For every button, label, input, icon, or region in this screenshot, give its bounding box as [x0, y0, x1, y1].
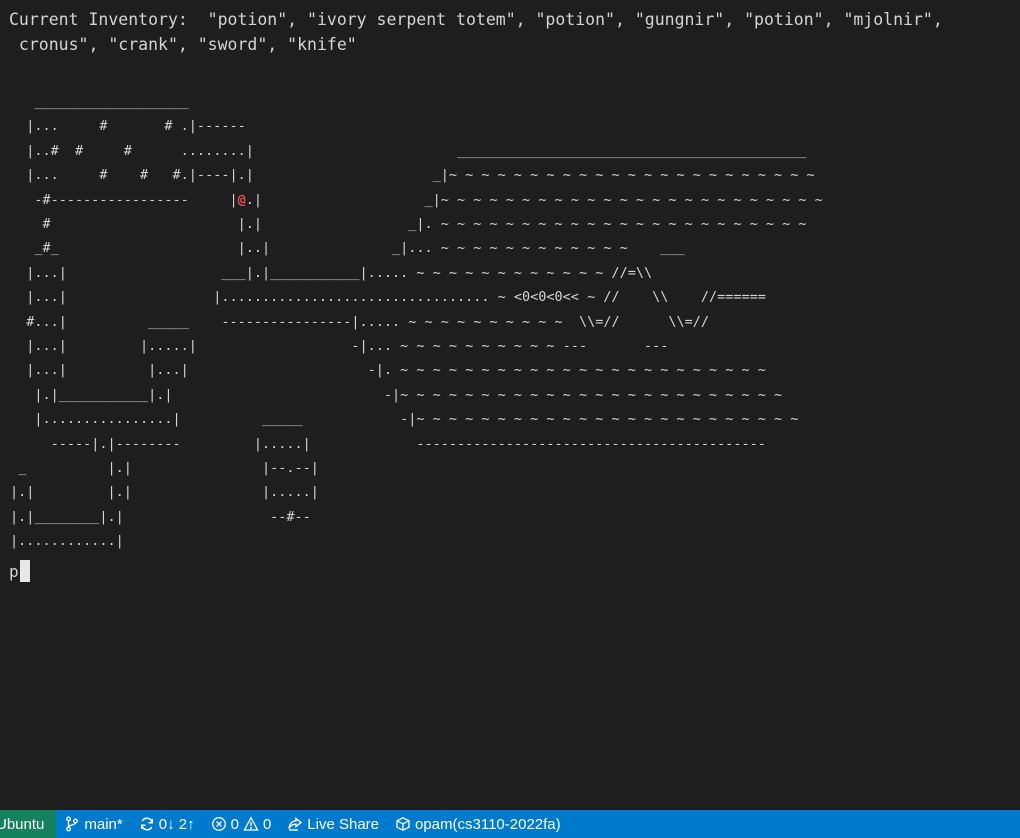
inventory-line: Current Inventory: "potion", "ivory serp… [9, 10, 943, 29]
terminal-panel[interactable]: Current Inventory: "potion", "ivory serp… [0, 0, 1020, 810]
map-segment: |...| |...| -|. ~ ~ ~ ~ ~ ~ ~ ~ ~ ~ ~ ~ … [10, 362, 766, 379]
map-segment: _ |.| |--.--| [10, 460, 319, 476]
map-line: # |.| _|. ~ ~ ~ ~ ~ ~ ~ ~ ~ ~ ~ ~ ~ ~ ~ … [10, 212, 807, 236]
vscode-window: Current Inventory: "potion", "ivory serp… [0, 0, 1020, 838]
map-segment: |.| |.| |.....| [10, 484, 319, 501]
ascii-dungeon-map: ___________________ |... # # .|------ |.… [10, 90, 1020, 560]
map-line: #...| _____ ----------------|..... ~ ~ ~… [10, 310, 709, 334]
sync-icon [139, 816, 155, 832]
terminal-prompt[interactable]: p [9, 558, 30, 584]
branch-label: main* [84, 815, 123, 833]
map-segment: |............| [10, 533, 124, 550]
map-segment: |...| |.................................… [10, 289, 766, 306]
map-segment: ___________________ [10, 94, 189, 110]
map-segment: |.|________|.| --#-- [10, 508, 311, 525]
map-segment: -----|.|-------- |.....| ---------------… [10, 435, 766, 452]
map-segment: _|~ ~ ~ ~ ~ ~ ~ ~ ~ ~ ~ ~ ~ ~ ~ ~ ~ ~ ~ … [253, 167, 815, 184]
git-branch-button[interactable]: main* [56, 810, 130, 838]
sync-button[interactable]: 0↓ 2↑ [131, 810, 203, 838]
map-segment: |..# # # ........| [10, 142, 254, 159]
map-segment: # |.| _|. ~ ~ ~ ~ ~ ~ ~ ~ ~ ~ ~ ~ ~ ~ ~ … [10, 216, 807, 232]
error-icon [211, 816, 227, 832]
live-share-label: Live Share [307, 815, 379, 833]
opam-switch-button[interactable]: opam(cs3110-2022fa) [387, 810, 569, 838]
prompt-input-text: p [9, 561, 19, 581]
map-segment: |... # # .|------ [10, 118, 246, 135]
map-line: |.|________|.| --#-- [10, 505, 311, 529]
errors-count: 0 [230, 815, 239, 833]
map-segment: |.|___________|.| -|~ ~ ~ ~ ~ ~ ~ ~ ~ ~ … [10, 386, 783, 403]
map-segment: ________________________________________… [253, 142, 807, 159]
map-segment: #...| _____ ----------------|..... ~ ~ ~… [10, 313, 709, 330]
map-line: ___________________ [10, 90, 189, 114]
remote-indicator-button[interactable]: Ubuntu [0, 810, 57, 838]
map-line: -----|.|-------- |.....| ---------------… [10, 432, 766, 456]
map-line: |.| |.| |.....| [10, 480, 319, 504]
map-line: -#----------------- |@.| _|~ ~ ~ ~ ~ ~ ~… [10, 188, 823, 212]
map-segment: _#_ |..| _|... ~ ~ ~ ~ ~ ~ ~ ~ ~ ~ ~ ~ _… [10, 240, 685, 257]
inventory-line-continued: cronus", "crank", "sword", "knife" [9, 35, 357, 54]
map-segment: |... # # #.|----|.| [10, 167, 254, 184]
problems-button[interactable]: 0 0 [203, 810, 280, 838]
map-line: |...| |...| -|. ~ ~ ~ ~ ~ ~ ~ ~ ~ ~ ~ ~ … [10, 358, 766, 382]
map-line: |................| _____ -|~ ~ ~ ~ ~ ~ ~… [10, 407, 798, 431]
live-share-icon [287, 816, 303, 832]
status-bar: Ubuntu main* 0↓ 2↑ 0 0 Live Share opam(c… [0, 810, 1020, 838]
map-line: |...| |.................................… [10, 285, 766, 309]
map-segment: -#----------------- | [10, 191, 238, 208]
remote-label: Ubuntu [0, 815, 45, 833]
map-line: |... # # .|------ [10, 114, 246, 138]
map-segment: .| _|~ ~ ~ ~ ~ ~ ~ ~ ~ ~ ~ ~ ~ ~ ~ ~ ~ ~… [245, 191, 823, 208]
warnings-count: 0 [262, 815, 272, 833]
map-line: |............| [10, 529, 124, 553]
map-line: _#_ |..| _|... ~ ~ ~ ~ ~ ~ ~ ~ ~ ~ ~ ~ _… [10, 236, 685, 260]
warning-icon [243, 816, 259, 832]
terminal-cursor [19, 560, 30, 582]
map-segment: |...| ___|.|___________|..... ~ ~ ~ ~ ~ … [10, 264, 653, 281]
map-line: |...| ___|.|___________|..... ~ ~ ~ ~ ~ … [10, 261, 652, 285]
opam-label: opam(cs3110-2022fa) [415, 815, 561, 833]
live-share-button[interactable]: Live Share [279, 810, 387, 838]
map-line: |.|___________|.| -|~ ~ ~ ~ ~ ~ ~ ~ ~ ~ … [10, 383, 782, 407]
map-line: _ |.| |--.--| [10, 456, 319, 480]
package-icon [395, 816, 411, 832]
map-segment: |...| |.....| -|... ~ ~ ~ ~ ~ ~ ~ ~ ~ ~ … [10, 338, 669, 354]
map-line: |...| |.....| -|... ~ ~ ~ ~ ~ ~ ~ ~ ~ ~ … [10, 334, 668, 358]
git-branch-icon [64, 816, 80, 832]
map-segment: |................| _____ -|~ ~ ~ ~ ~ ~ ~… [10, 411, 799, 428]
map-line: |... # # #.|----|.| _|~ ~ ~ ~ ~ ~ ~ ~ ~ … [10, 163, 815, 187]
sync-label: 0↓ 2↑ [158, 815, 195, 833]
player-marker: @ [237, 191, 246, 208]
map-line: |..# # # ........| _____________________… [10, 139, 807, 163]
